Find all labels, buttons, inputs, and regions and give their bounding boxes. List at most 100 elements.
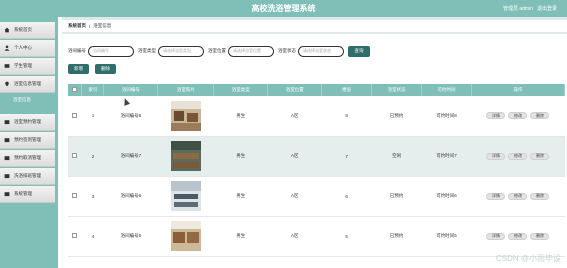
action-bar: 新增 删除 bbox=[68, 64, 116, 74]
sidebar-item-profile[interactable]: 个人中心 bbox=[0, 40, 55, 57]
folder-icon bbox=[4, 174, 10, 179]
row-ops-cell: 详情 修改 删除 bbox=[471, 96, 564, 136]
sidebar: 系统首页 个人中心 学生管理 浴室信息管理 浴室信息 浴室预约管理 预约签到管理… bbox=[0, 17, 58, 268]
row-type: 男生 bbox=[236, 233, 246, 238]
row-status: 已预约 bbox=[389, 112, 404, 118]
edit-button[interactable]: 修改 bbox=[508, 232, 528, 240]
sidebar-item-label: 浴室预约管理 bbox=[14, 119, 41, 124]
row-checkbox[interactable] bbox=[72, 153, 78, 158]
row-ops: 详情 修改 删除 bbox=[471, 232, 564, 240]
row-code: 浴间编号7 bbox=[120, 153, 142, 158]
add-button[interactable]: 新增 bbox=[68, 64, 89, 74]
row-type: 男生 bbox=[236, 193, 246, 198]
search-button[interactable]: 查询 bbox=[348, 45, 370, 57]
row-select-cell bbox=[68, 176, 82, 216]
bulk-delete-button[interactable]: 删除 bbox=[95, 64, 116, 74]
breadcrumb-current: 浴室信息 bbox=[93, 23, 112, 28]
row-floor: 6 bbox=[345, 193, 348, 199]
edit-button[interactable]: 修改 bbox=[508, 112, 528, 120]
delete-button[interactable]: 删除 bbox=[530, 232, 550, 240]
edit-button[interactable]: 修改 bbox=[508, 192, 528, 200]
sidebar-item-bathroom-info[interactable]: 浴室信息管理 bbox=[0, 76, 55, 93]
row-floor: 7 bbox=[345, 153, 348, 159]
main-area: 系统首页 / 浴室信息 浴间编号 浴间编号 浴室类型 请选择浴室类型 浴室位置 … bbox=[62, 17, 567, 268]
sidebar-item-system[interactable]: 系统管理 bbox=[0, 186, 55, 203]
row-select-cell bbox=[68, 216, 82, 256]
search-label-code: 浴间编号 bbox=[68, 48, 86, 53]
logout-link[interactable]: 退出登录 bbox=[537, 5, 557, 12]
header-ops: 操作 bbox=[471, 84, 566, 96]
watermark: CSDN @小雨毕设 bbox=[495, 254, 561, 263]
select-status[interactable]: 请选择浴室状态 bbox=[298, 45, 344, 57]
row-location: A区 bbox=[290, 193, 299, 198]
bathroom-photo bbox=[170, 221, 201, 251]
sidebar-item-schedule[interactable]: 洗浴排班管理 bbox=[0, 168, 55, 185]
sidebar-item-home[interactable]: 系统首页 bbox=[0, 22, 55, 39]
detail-button[interactable]: 详情 bbox=[486, 232, 506, 240]
header-type: 浴室类型 bbox=[213, 84, 269, 96]
table-header-row: 索引 浴间编号 浴室照片 浴室类型 浴室位置 楼层 浴室状态 可约时间 操作 bbox=[68, 84, 566, 96]
edit-button[interactable]: 修改 bbox=[508, 152, 528, 160]
folder-icon bbox=[4, 192, 10, 197]
row-code: 浴间编号5 bbox=[120, 233, 142, 238]
sidebar-item-label: 个人中心 bbox=[14, 45, 32, 50]
row-status: 已预约 bbox=[389, 193, 404, 198]
sidebar-item-students[interactable]: 学生管理 bbox=[0, 58, 55, 75]
sidebar-subitem-bathroom-info[interactable]: 浴室信息 bbox=[0, 94, 55, 106]
row-photo-cell bbox=[158, 96, 214, 136]
breadcrumb-home[interactable]: 系统首页 bbox=[68, 23, 86, 29]
search-label-location: 浴室位置 bbox=[208, 48, 226, 53]
top-header: 高校洗浴管理系统 管理员 admin 退出登录 bbox=[0, 0, 567, 17]
table-row: 3 浴间编号6 男生 A区 6 已预约 可约时间6 详情 修改 删除 bbox=[68, 176, 565, 216]
row-code: 浴间编号6 bbox=[120, 193, 142, 198]
row-time: 可约时间6 bbox=[436, 193, 457, 198]
row-checkbox[interactable] bbox=[72, 233, 78, 238]
row-select-cell bbox=[68, 96, 82, 136]
detail-button[interactable]: 详情 bbox=[486, 112, 506, 120]
search-bar: 浴间编号 浴间编号 浴室类型 请选择浴室类型 浴室位置 请选择浴室位置 浴室状态… bbox=[68, 44, 370, 58]
row-type: 男生 bbox=[236, 153, 246, 158]
home-icon bbox=[4, 27, 10, 33]
row-ops-cell: 详情 修改 删除 bbox=[471, 136, 564, 176]
row-location: A区 bbox=[290, 233, 299, 238]
header-location: 浴室位置 bbox=[267, 84, 323, 96]
bathroom-photo bbox=[170, 181, 201, 211]
table-row: 4 浴间编号5 男生 A区 5 已预约 可约时间5 详情 修改 删除 bbox=[68, 216, 565, 256]
row-time: 可约时间5 bbox=[436, 233, 457, 238]
delete-button[interactable]: 删除 bbox=[530, 112, 550, 120]
detail-button[interactable]: 详情 bbox=[486, 192, 506, 200]
delete-button[interactable]: 删除 bbox=[530, 192, 550, 200]
row-location: A区 bbox=[290, 112, 299, 118]
sidebar-item-cancel[interactable]: 预约取消管理 bbox=[0, 150, 55, 167]
select-all-checkbox[interactable] bbox=[72, 87, 78, 92]
header-photo: 浴室照片 bbox=[157, 84, 215, 96]
header-code: 浴间编号 bbox=[103, 84, 159, 96]
user-area: 管理员 admin 退出登录 bbox=[503, 5, 557, 12]
select-type[interactable]: 请选择浴室类型 bbox=[158, 45, 204, 57]
row-index: 1 bbox=[91, 113, 95, 119]
search-label-type: 浴室类型 bbox=[138, 48, 156, 53]
row-floor: 5 bbox=[345, 233, 348, 239]
folder-icon bbox=[4, 138, 10, 143]
header-index: 索引 bbox=[81, 84, 105, 96]
row-ops: 详情 修改 删除 bbox=[471, 112, 564, 120]
sidebar-item-label: 预约签到管理 bbox=[14, 137, 41, 142]
search-input-code[interactable]: 浴间编号 bbox=[88, 45, 134, 57]
row-type: 男生 bbox=[236, 112, 246, 118]
sidebar-item-label: 学生管理 bbox=[14, 63, 32, 68]
sidebar-item-checkin[interactable]: 预约签到管理 bbox=[0, 132, 55, 149]
students-icon bbox=[4, 64, 10, 68]
app-title: 高校洗浴管理系统 bbox=[251, 4, 316, 13]
select-location[interactable]: 请选择浴室位置 bbox=[228, 45, 274, 57]
sidebar-item-reservation[interactable]: 浴室预约管理 bbox=[0, 114, 55, 131]
delete-button[interactable]: 删除 bbox=[530, 152, 550, 160]
row-index: 2 bbox=[91, 153, 95, 159]
breadcrumb-separator: / bbox=[89, 23, 91, 29]
row-checkbox[interactable] bbox=[72, 193, 78, 198]
detail-button[interactable]: 详情 bbox=[486, 152, 506, 160]
header-select-all[interactable] bbox=[68, 84, 83, 96]
row-code: 浴间编号8 bbox=[120, 112, 142, 118]
row-photo-cell bbox=[158, 176, 214, 216]
header-status: 浴室状态 bbox=[371, 84, 423, 96]
row-checkbox[interactable] bbox=[72, 112, 78, 118]
